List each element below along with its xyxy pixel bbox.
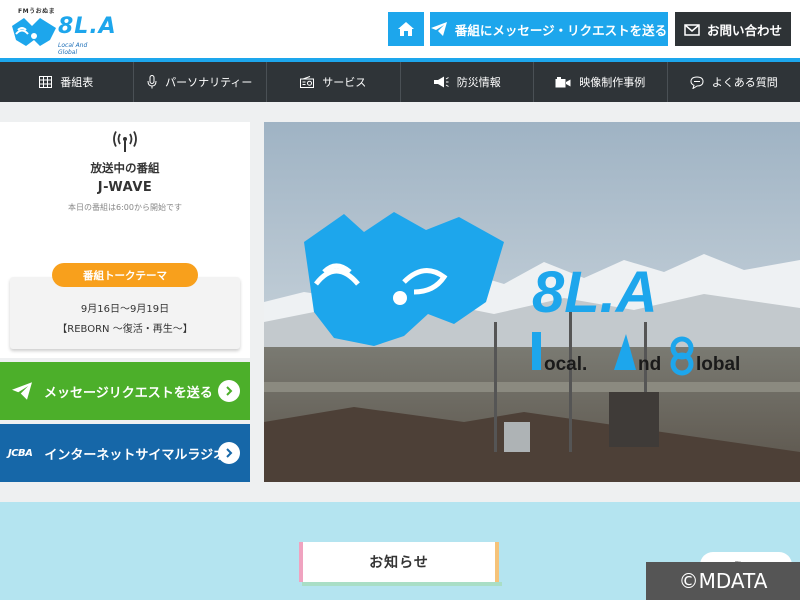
hero-landscape-image: 8L.A ocal. nd lobal xyxy=(264,122,800,482)
megaphone-icon xyxy=(433,76,449,88)
on-air-start-note: 本日の番組は6:00から開始です xyxy=(68,203,182,212)
microphone-icon xyxy=(147,75,157,89)
send-message-request-label: 番組にメッセージ・リクエストを送る xyxy=(454,22,668,38)
now-on-air-panel: 放送中の番組 J-WAVE 本日の番組は6:00から開始です 番組トークテーマ … xyxy=(0,122,250,358)
nav-label: よくある質問 xyxy=(711,76,778,89)
antenna-icon xyxy=(113,131,137,152)
nav-label: 映像制作事例 xyxy=(579,76,646,89)
nav-item-disaster-info[interactable]: 防災情報 xyxy=(401,62,534,102)
logo-name: 8L.A xyxy=(58,14,117,39)
home-icon xyxy=(398,22,414,36)
hero-logo-name: 8L.A xyxy=(532,260,658,325)
grid-icon xyxy=(39,76,53,88)
nav-label: サービス xyxy=(322,76,367,89)
talk-theme-date: 9月16日～9月19日 xyxy=(80,304,170,315)
message-request-button[interactable]: メッセージリクエストを送る xyxy=(0,362,250,420)
hero-logo-sub-and: nd xyxy=(638,354,661,375)
on-air-label: 放送中の番組 xyxy=(90,161,160,175)
chevron-right-icon xyxy=(218,380,240,402)
logo-mark-icon xyxy=(12,18,56,46)
hero-banner: 8L.A ocal. nd lobal xyxy=(264,122,800,482)
contact-button[interactable]: お問い合わせ xyxy=(675,12,791,46)
copyright-watermark: ©MDATA xyxy=(646,562,800,600)
nav-item-video-production[interactable]: 映像制作事例 xyxy=(534,62,668,102)
simul-radio-button[interactable]: JCBA インターネットサイマルラジオ xyxy=(0,424,250,482)
message-request-label: メッセージリクエストを送る xyxy=(44,385,213,401)
nav-item-service[interactable]: サービス xyxy=(267,62,401,102)
talk-theme-text: 【REBORN ～復活・再生～】 xyxy=(57,324,193,335)
news-title: お知らせ xyxy=(299,542,499,582)
hero-logo-sub-local: ocal. xyxy=(544,354,587,375)
logo-station-name: FMうおぬま xyxy=(18,8,56,15)
paper-plane-icon xyxy=(12,382,32,400)
talk-theme-badge: 番組トークテーマ xyxy=(52,263,198,287)
main-nav: 番組表 パーソナリティー サービス 防災情報 映像制作事例 よくある質問 xyxy=(0,62,800,102)
simul-radio-label: インターネットサイマルラジオ xyxy=(44,447,227,463)
chevron-right-icon xyxy=(218,442,240,464)
nav-item-faq[interactable]: よくある質問 xyxy=(668,62,800,102)
radio-icon xyxy=(300,76,315,88)
site-header: FMうおぬま 8L.A Local And Global 番組にメッセージ・リク… xyxy=(0,0,800,58)
chat-bubble-icon xyxy=(690,75,704,89)
send-message-request-button[interactable]: 番組にメッセージ・リクエストを送る xyxy=(430,12,668,46)
news-heading: お知らせ xyxy=(294,538,506,586)
site-logo[interactable]: FMうおぬま 8L.A Local And Global xyxy=(6,4,116,56)
nav-label: パーソナリティー xyxy=(165,76,253,89)
contact-label: お問い合わせ xyxy=(706,22,782,38)
on-air-program-name[interactable]: J-WAVE xyxy=(0,180,250,195)
nav-label: 防災情報 xyxy=(456,76,501,89)
hero-logo-sub-global: lobal xyxy=(696,354,740,375)
mail-icon xyxy=(684,24,700,36)
paper-plane-icon xyxy=(430,22,447,36)
video-camera-icon xyxy=(555,76,571,87)
nav-item-personality[interactable]: パーソナリティー xyxy=(134,62,267,102)
nav-item-schedule[interactable]: 番組表 xyxy=(0,62,134,102)
logo-subtitle: Local And Global xyxy=(58,42,88,56)
jcba-logo: JCBA xyxy=(8,447,33,459)
nav-label: 番組表 xyxy=(60,76,94,89)
home-button[interactable] xyxy=(388,12,424,46)
